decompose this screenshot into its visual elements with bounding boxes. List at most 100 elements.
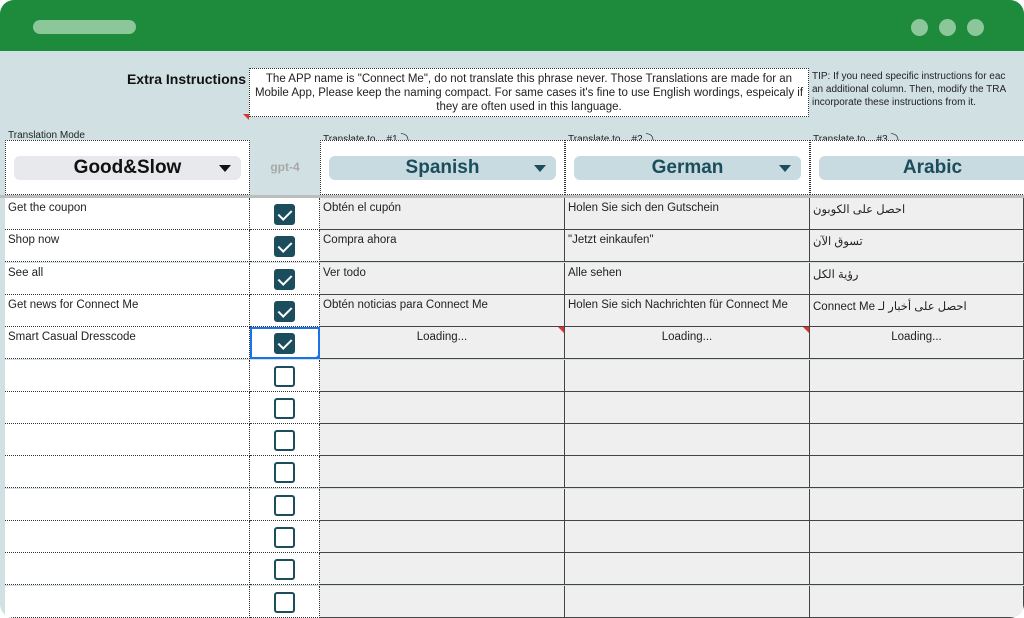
translation-cell-german[interactable] xyxy=(565,553,810,585)
checkbox-unchecked[interactable] xyxy=(274,430,295,451)
chevron-down-icon xyxy=(779,165,791,172)
translation-cell-german[interactable] xyxy=(565,392,810,424)
translation-cell-spanish[interactable] xyxy=(320,553,565,585)
language-1-dropdown[interactable]: Spanish xyxy=(329,156,556,180)
checkbox-checked[interactable] xyxy=(274,236,295,257)
source-text-cell[interactable]: See all xyxy=(5,263,250,295)
translation-cell-arabic[interactable] xyxy=(810,521,1024,553)
translation-cell-german[interactable]: "Jetzt einkaufen" xyxy=(565,230,810,262)
extra-instructions-input[interactable]: The APP name is "Connect Me", do not tra… xyxy=(249,68,809,117)
translation-text: Loading... xyxy=(417,331,468,343)
translate-checkbox-cell[interactable] xyxy=(250,456,320,488)
source-text-cell[interactable]: Get the coupon xyxy=(5,198,250,230)
checkbox-unchecked[interactable] xyxy=(274,559,295,580)
translation-cell-arabic[interactable] xyxy=(810,489,1024,521)
translation-cell-spanish[interactable] xyxy=(320,489,565,521)
table-row: Shop now Compra ahora"Jetzt einkaufen"تسو… xyxy=(0,230,1024,262)
source-text-cell[interactable] xyxy=(5,424,250,456)
translation-cell-arabic[interactable]: تسوق الآن xyxy=(810,230,1024,262)
translate-checkbox-cell[interactable] xyxy=(250,295,320,327)
translation-cell-spanish[interactable] xyxy=(320,456,565,488)
translate-checkbox-cell[interactable] xyxy=(250,198,320,230)
translation-cell-spanish[interactable]: Obtén noticias para Connect Me xyxy=(320,295,565,327)
translate-checkbox-cell[interactable] xyxy=(250,489,320,521)
window-control-dot[interactable] xyxy=(967,19,984,36)
translation-cell-german[interactable] xyxy=(565,360,810,392)
translation-cell-german[interactable] xyxy=(565,456,810,488)
extra-instructions-label: Extra Instructions xyxy=(110,71,246,87)
translation-cell-arabic[interactable]: رؤية الكل xyxy=(810,263,1024,295)
language-2-dropdown[interactable]: German xyxy=(574,156,801,180)
translation-cell-spanish[interactable] xyxy=(320,360,565,392)
source-text-cell[interactable]: Smart Casual Dresscode xyxy=(5,327,250,359)
translation-cell-german[interactable]: Loading... xyxy=(565,327,810,359)
translation-text: Obtén el cupón xyxy=(323,202,401,214)
translation-cell-arabic[interactable] xyxy=(810,360,1024,392)
translation-cell-german[interactable] xyxy=(565,586,810,618)
language-1-value: Spanish xyxy=(406,157,480,179)
translation-cell-spanish[interactable] xyxy=(320,392,565,424)
translate-checkbox-cell[interactable] xyxy=(250,392,320,424)
translate-checkbox-cell[interactable] xyxy=(250,521,320,553)
translation-cell-arabic[interactable] xyxy=(810,392,1024,424)
translation-cell-arabic[interactable]: احصل على أخبار لـ Connect Me xyxy=(810,295,1024,327)
translation-cell-spanish[interactable]: Ver todo xyxy=(320,263,565,295)
translation-cell-spanish[interactable] xyxy=(320,424,565,456)
source-text-cell[interactable] xyxy=(5,553,250,585)
source-text-cell[interactable] xyxy=(5,456,250,488)
checkbox-checked[interactable] xyxy=(274,301,295,322)
translate-checkbox-cell[interactable] xyxy=(250,360,320,392)
translation-cell-arabic[interactable] xyxy=(810,553,1024,585)
source-text-cell[interactable] xyxy=(5,392,250,424)
checkbox-checked[interactable] xyxy=(274,333,295,354)
translation-cell-arabic[interactable] xyxy=(810,586,1024,618)
source-text-cell[interactable]: Get news for Connect Me xyxy=(5,295,250,327)
window-control-dot[interactable] xyxy=(939,19,956,36)
table-row: Get the coupon Obtén el cupón Holen Sie si… xyxy=(0,198,1024,230)
checkbox-unchecked[interactable] xyxy=(274,495,295,516)
checkbox-unchecked[interactable] xyxy=(274,527,295,548)
translation-text: Holen Sie sich Nachrichten für Connect M… xyxy=(568,299,788,311)
translation-cell-arabic[interactable]: Loading... xyxy=(810,327,1024,359)
translate-checkbox-cell[interactable] xyxy=(250,263,320,295)
tip-line: TIP: If you need specific instructions f… xyxy=(812,70,1024,83)
comment-marker xyxy=(803,327,809,333)
translate-checkbox-cell[interactable] xyxy=(250,586,320,618)
source-text-cell[interactable] xyxy=(5,586,250,618)
translation-cell-spanish[interactable]: Loading... xyxy=(320,327,565,359)
translation-cell-spanish[interactable]: Compra ahora xyxy=(320,230,565,262)
checkbox-unchecked[interactable] xyxy=(274,366,295,387)
translation-cell-arabic[interactable] xyxy=(810,456,1024,488)
translation-cell-german[interactable] xyxy=(565,489,810,521)
checkbox-unchecked[interactable] xyxy=(274,592,295,613)
source-text-cell[interactable] xyxy=(5,521,250,553)
table-row xyxy=(0,360,1024,392)
checkbox-unchecked[interactable] xyxy=(274,462,295,483)
chevron-down-icon xyxy=(219,165,231,172)
translation-cell-german[interactable]: Holen Sie sich den Gutschein xyxy=(565,198,810,230)
translate-checkbox-cell[interactable] xyxy=(250,553,320,585)
window-control-dot[interactable] xyxy=(911,19,928,36)
translation-cell-arabic[interactable]: احصل على الكوبون xyxy=(810,198,1024,230)
translation-cell-arabic[interactable] xyxy=(810,424,1024,456)
translation-cell-german[interactable]: Alle sehen xyxy=(565,263,810,295)
source-text-cell[interactable]: Shop now xyxy=(5,230,250,262)
language-3-dropdown[interactable]: Arabic xyxy=(819,156,1024,180)
translation-mode-dropdown[interactable]: Good&Slow xyxy=(14,156,241,180)
translation-cell-spanish[interactable]: Obtén el cupón xyxy=(320,198,565,230)
table-row xyxy=(0,424,1024,456)
checkbox-checked[interactable] xyxy=(274,204,295,225)
translation-text: Loading... xyxy=(891,331,942,343)
translation-cell-german[interactable] xyxy=(565,424,810,456)
translation-cell-german[interactable]: Holen Sie sich Nachrichten für Connect M… xyxy=(565,295,810,327)
translation-cell-german[interactable] xyxy=(565,521,810,553)
source-text-cell[interactable] xyxy=(5,360,250,392)
translate-checkbox-cell[interactable] xyxy=(250,424,320,456)
translation-cell-spanish[interactable] xyxy=(320,521,565,553)
checkbox-checked[interactable] xyxy=(274,269,295,290)
source-text-cell[interactable] xyxy=(5,489,250,521)
translate-checkbox-cell[interactable] xyxy=(250,327,320,359)
translation-cell-spanish[interactable] xyxy=(320,586,565,618)
checkbox-unchecked[interactable] xyxy=(274,398,295,419)
translate-checkbox-cell[interactable] xyxy=(250,230,320,262)
